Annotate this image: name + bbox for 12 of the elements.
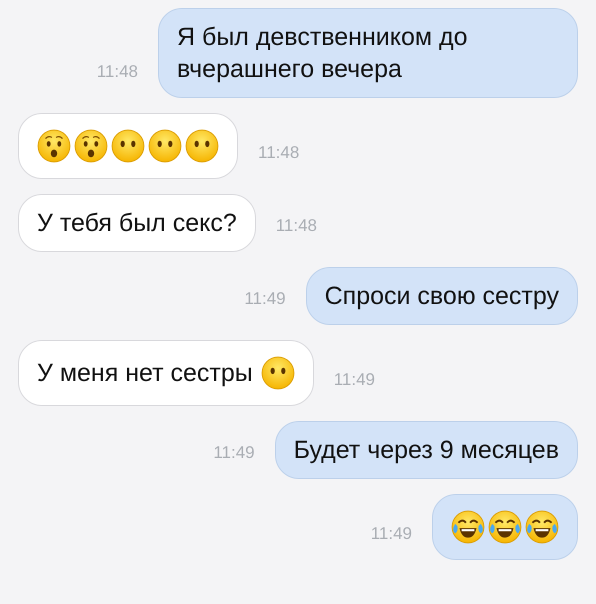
message-time: 11:49	[213, 442, 255, 464]
message-text: У меня нет сестры	[37, 358, 253, 389]
message-time: 11:49	[370, 522, 412, 544]
message-text: Я был девственником до вчерашнего вечера	[177, 22, 468, 85]
message-text: Будет через 9 месяцев	[294, 435, 559, 466]
message-time: 11:49	[244, 288, 286, 310]
message-time: 11:49	[334, 368, 375, 390]
message-text: Спроси свою сестру	[324, 281, 559, 312]
message-text: У тебя был секс?	[37, 208, 237, 239]
message-time: 11:48	[258, 142, 300, 164]
message-time: 11:48	[276, 214, 318, 236]
message-time: 11:48	[96, 60, 138, 82]
